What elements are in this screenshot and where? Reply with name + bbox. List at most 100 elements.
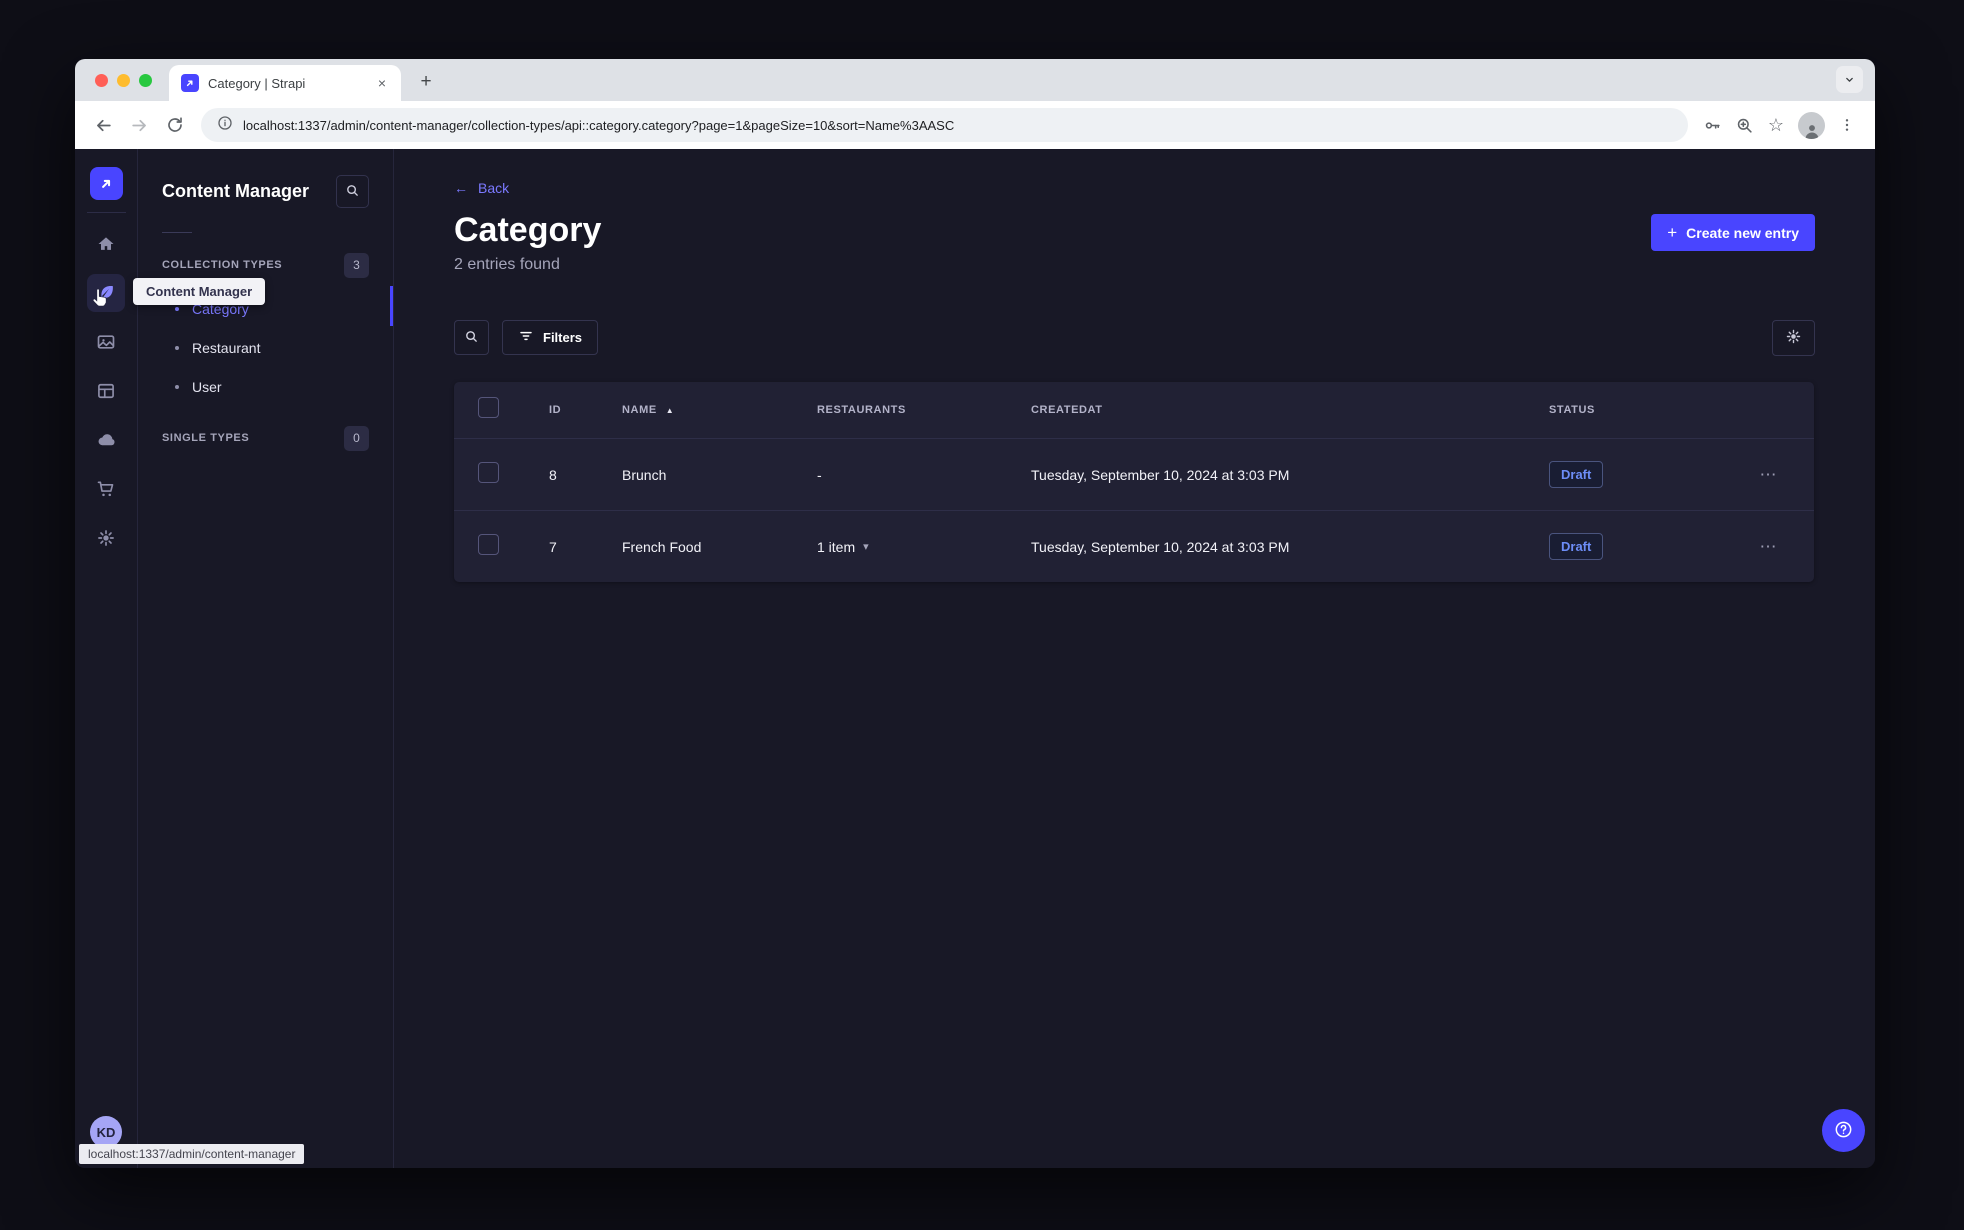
entries-count: 2 entries found	[454, 256, 560, 273]
sidebar-item-label: User	[192, 378, 222, 395]
column-header-id[interactable]: ID	[529, 404, 602, 416]
url-text: localhost:1337/admin/content-manager/col…	[243, 117, 955, 133]
strapi-logo[interactable]	[89, 167, 123, 200]
sidebar-item-restaurant[interactable]: Restaurant	[138, 328, 393, 367]
restaurants-dropdown[interactable]: 1 item ▾	[817, 539, 1011, 555]
rail-item-cloud[interactable]	[82, 415, 130, 464]
back-arrow-icon: ←	[454, 180, 468, 196]
password-key-icon[interactable]	[1698, 111, 1726, 139]
bullet-icon	[175, 306, 179, 311]
browser-window: Category | Strapi × + localhost:1337/adm…	[75, 59, 1875, 1168]
toolbar-actions: ☆	[1698, 111, 1861, 139]
main-content: ← Back Category 2 entries found + Create…	[394, 149, 1875, 1168]
cell-createdat: Tuesday, September 10, 2024 at 3:03 PM	[1031, 466, 1290, 483]
column-header-name[interactable]: NAME ▲	[622, 404, 797, 416]
forward-button-icon[interactable]	[125, 111, 153, 139]
window-close-button[interactable]	[95, 74, 108, 87]
collection-types-count-badge: 3	[344, 252, 369, 278]
sidebar-item-label: Restaurant	[192, 339, 261, 356]
back-link[interactable]: ← Back	[454, 180, 509, 196]
help-button[interactable]	[1822, 1109, 1865, 1152]
create-new-entry-button[interactable]: + Create new entry	[1651, 214, 1815, 251]
filters-label: Filters	[543, 330, 583, 345]
table-header-row: ID NAME ▲ RESTAURANTS CREATEDAT STATUS	[454, 382, 1814, 438]
browser-menu-icon[interactable]	[1833, 111, 1861, 139]
search-icon	[464, 329, 479, 347]
status-badge: Draft	[1549, 533, 1604, 560]
section-label: SINGLE TYPES	[162, 432, 250, 444]
page-title: Category	[454, 211, 602, 249]
content-manager-tooltip: Content Manager	[133, 278, 266, 305]
single-types-section: SINGLE TYPES 0	[138, 425, 393, 451]
chevron-down-icon: ▾	[863, 541, 869, 553]
shopping-cart-icon	[87, 470, 125, 508]
browser-tab-strip: Category | Strapi × +	[75, 59, 1875, 101]
cell-name: French Food	[622, 538, 702, 555]
cell-id: 7	[549, 538, 557, 555]
mouse-cursor-hand	[90, 287, 111, 314]
home-icon	[87, 225, 125, 263]
browser-status-bar: localhost:1337/admin/content-manager	[79, 1144, 305, 1164]
rail-item-settings[interactable]	[82, 513, 130, 562]
section-label: COLLECTION TYPES	[162, 259, 283, 271]
active-item-indicator	[390, 286, 393, 326]
address-bar[interactable]: localhost:1337/admin/content-manager/col…	[201, 108, 1688, 142]
create-button-label: Create new entry	[1686, 224, 1799, 241]
gear-icon	[1785, 328, 1802, 348]
cell-name: Brunch	[622, 466, 667, 483]
gear-icon	[87, 519, 125, 557]
subnav-divider	[162, 232, 192, 233]
media-library-icon	[87, 323, 125, 361]
table-settings-button[interactable]	[1772, 320, 1815, 356]
entries-table: ID NAME ▲ RESTAURANTS CREATEDAT STATUS 8…	[454, 382, 1814, 582]
browser-profile-avatar[interactable]	[1798, 111, 1825, 139]
strapi-admin-app: KD Content Manager COLLECTION TYPES 3 Ca…	[75, 149, 1875, 1168]
cloud-icon	[87, 421, 125, 459]
rail-item-home[interactable]	[82, 219, 130, 268]
column-header-createdat[interactable]: CREATEDAT	[1011, 404, 1529, 416]
row-checkbox[interactable]	[478, 461, 499, 483]
subnav-title: Content Manager	[162, 181, 310, 201]
sort-ascending-icon: ▲	[665, 405, 675, 415]
rail-divider	[86, 212, 126, 213]
bookmark-star-icon[interactable]: ☆	[1762, 111, 1790, 139]
browser-toolbar: localhost:1337/admin/content-manager/col…	[75, 101, 1875, 149]
new-tab-button[interactable]: +	[413, 69, 439, 95]
cell-createdat: Tuesday, September 10, 2024 at 3:03 PM	[1031, 538, 1290, 555]
tab-title: Category | Strapi	[208, 75, 306, 91]
rail-item-content-type-builder[interactable]	[82, 366, 130, 415]
filters-row: Filters	[454, 320, 1815, 356]
window-minimize-button[interactable]	[117, 74, 130, 87]
back-button-icon[interactable]	[89, 111, 117, 139]
desktop-background: Category | Strapi × + localhost:1337/adm…	[0, 0, 1964, 1230]
rail-item-marketplace[interactable]	[82, 464, 130, 513]
filters-button[interactable]: Filters	[502, 320, 599, 355]
site-info-icon[interactable]	[217, 115, 233, 136]
table-search-button[interactable]	[454, 320, 489, 355]
content-type-builder-icon	[87, 372, 125, 410]
sidebar-item-user[interactable]: User	[138, 367, 393, 406]
table-row[interactable]: 7 French Food 1 item ▾ Tuesday, Septembe…	[454, 510, 1814, 582]
row-actions-menu[interactable]: ⋯	[1760, 465, 1778, 485]
zoom-magnifier-icon[interactable]	[1730, 111, 1758, 139]
plus-icon: +	[1667, 222, 1678, 242]
status-badge: Draft	[1549, 461, 1604, 488]
select-all-checkbox[interactable]	[478, 397, 499, 418]
tab-close-icon[interactable]: ×	[373, 74, 391, 92]
row-actions-menu[interactable]: ⋯	[1760, 537, 1778, 557]
row-checkbox[interactable]	[478, 533, 499, 555]
search-icon	[345, 183, 360, 201]
single-types-count-badge: 0	[344, 425, 369, 451]
column-header-status[interactable]: STATUS	[1529, 404, 1721, 416]
table-row[interactable]: 8 Brunch - Tuesday, September 10, 2024 a…	[454, 438, 1814, 510]
cell-restaurants: -	[817, 466, 822, 483]
back-label: Back	[478, 180, 510, 196]
cell-id: 8	[549, 466, 557, 483]
tab-strip-chevron-icon[interactable]	[1836, 66, 1863, 93]
subnav-search-button[interactable]	[336, 175, 369, 208]
window-zoom-button[interactable]	[139, 74, 152, 87]
browser-tab[interactable]: Category | Strapi ×	[169, 65, 401, 101]
column-header-restaurants[interactable]: RESTAURANTS	[797, 404, 1011, 416]
reload-button-icon[interactable]	[161, 111, 189, 139]
rail-item-media-library[interactable]	[82, 317, 130, 366]
